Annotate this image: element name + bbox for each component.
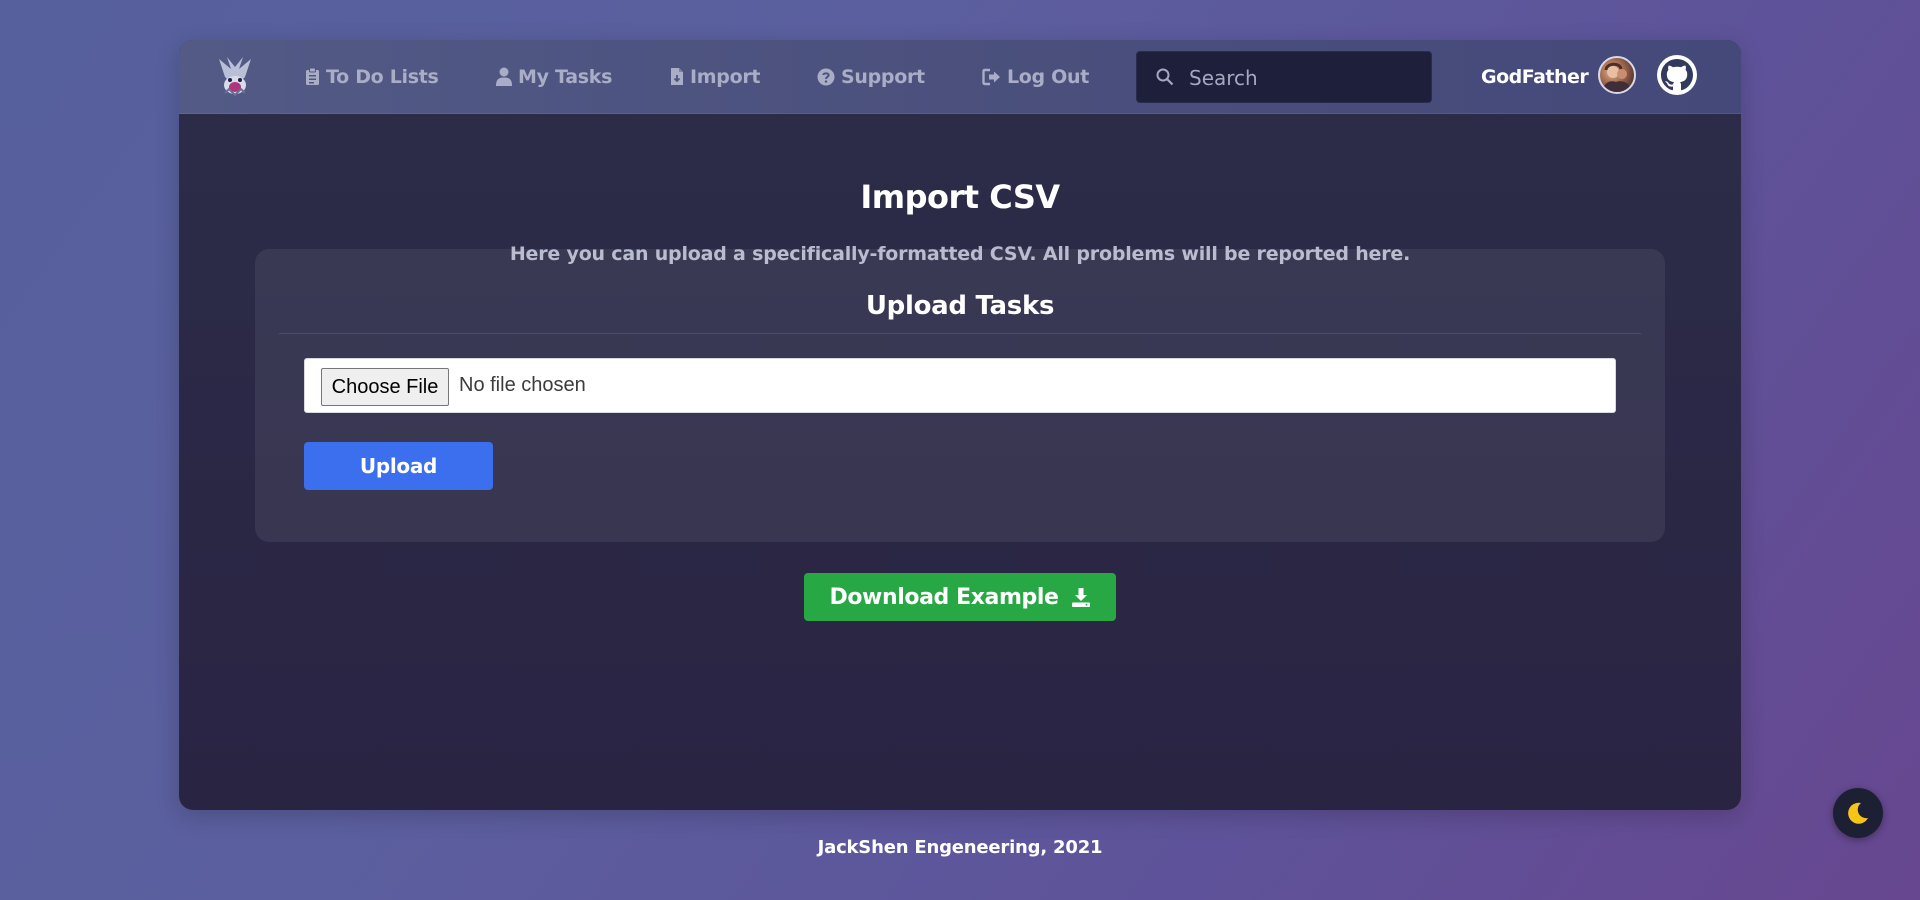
theme-toggle-button[interactable] [1833, 788, 1883, 838]
nav-item-label: Support [841, 65, 925, 88]
divider [279, 333, 1641, 334]
search-input[interactable] [1187, 52, 1421, 104]
footer-text: JackShen Engeneering, 2021 [817, 837, 1103, 858]
sign-out-icon [982, 68, 1000, 85]
github-icon[interactable] [1657, 55, 1697, 95]
moon-icon [1848, 802, 1868, 824]
file-input[interactable]: Choose File No file chosen [304, 358, 1616, 413]
download-example-label: Download Example [829, 584, 1059, 610]
page-title: Import CSV [860, 178, 1060, 216]
github-mark [1661, 59, 1693, 91]
nav-item-support[interactable]: Support [817, 40, 925, 113]
nav-item-my-tasks[interactable]: My Tasks [496, 40, 612, 113]
navbar: To Do Lists My Tasks Import Support Log … [179, 40, 1741, 114]
nav-item-import[interactable]: Import [670, 40, 760, 113]
nav-item-label: Log Out [1007, 65, 1090, 88]
user-icon [496, 67, 512, 86]
nav-item-label: My Tasks [518, 65, 613, 88]
download-icon [1071, 587, 1090, 607]
file-import-icon [671, 68, 683, 85]
file-status-text: No file chosen [459, 374, 586, 396]
nav-item-log-out[interactable]: Log Out [982, 40, 1089, 113]
upload-button[interactable]: Upload [304, 442, 493, 490]
download-example-button[interactable]: Download Example [804, 573, 1116, 621]
logo-icon[interactable] [215, 55, 255, 97]
choose-file-button[interactable]: Choose File [321, 368, 449, 406]
nav-item-label: To Do Lists [326, 65, 439, 88]
username[interactable]: GodFather [1481, 40, 1589, 113]
question-circle-icon [817, 68, 835, 85]
nav-item-to-do-lists[interactable]: To Do Lists [305, 40, 439, 113]
clipboard-icon [306, 67, 319, 85]
avatar-image [1602, 62, 1632, 92]
search-box [1136, 51, 1432, 104]
avatar[interactable] [1598, 56, 1636, 94]
nav-item-label: Import [690, 65, 761, 88]
search-icon [1156, 68, 1174, 86]
upload-panel: Upload Tasks Choose File No file chosen … [255, 249, 1665, 542]
main-card: To Do Lists My Tasks Import Support Log … [179, 40, 1741, 810]
upload-panel-title: Upload Tasks [865, 291, 1055, 321]
